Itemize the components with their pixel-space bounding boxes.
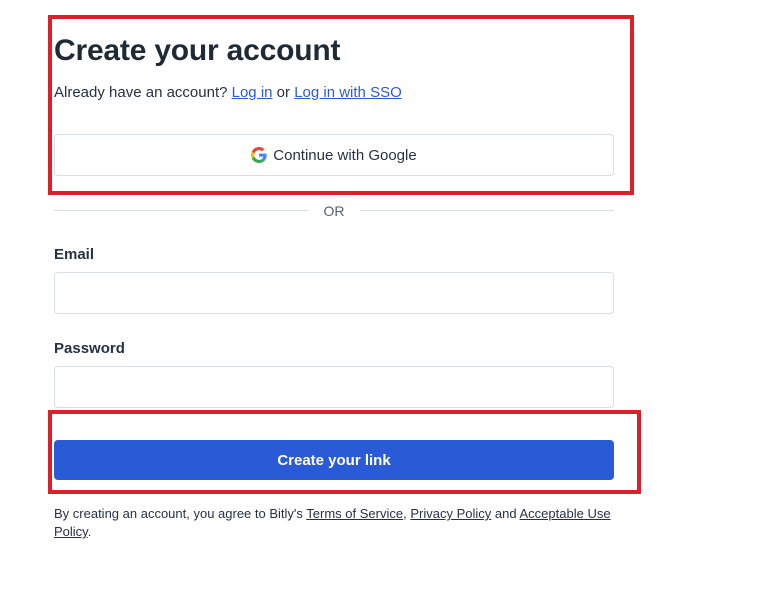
or-text: or xyxy=(276,84,291,101)
page-title: Create your account xyxy=(54,34,341,67)
login-prompt: Already have an account? Log in or Log i… xyxy=(54,84,402,101)
legal-agreement-text: By creating an account, you agree to Bit… xyxy=(54,505,620,541)
legal-period: . xyxy=(87,524,92,539)
password-field[interactable] xyxy=(54,366,614,408)
already-have-account-text: Already have an account? xyxy=(54,84,228,101)
divider-line-left xyxy=(54,210,308,211)
legal-prefix: By creating an account, you agree to Bit… xyxy=(54,506,303,521)
email-label: Email xyxy=(54,246,95,263)
google-icon xyxy=(251,147,267,163)
email-field[interactable] xyxy=(54,272,614,314)
divider-line-right xyxy=(360,210,614,211)
privacy-policy-link[interactable]: Privacy Policy xyxy=(410,506,491,521)
login-sso-link[interactable]: Log in with SSO xyxy=(294,84,402,101)
terms-of-service-link[interactable]: Terms of Service xyxy=(306,506,403,521)
password-label: Password xyxy=(54,340,125,357)
legal-comma: , xyxy=(403,506,407,521)
divider-or-text: OR xyxy=(323,203,345,219)
legal-and: and xyxy=(494,506,517,521)
create-your-link-button[interactable]: Create your link xyxy=(54,440,614,480)
google-button-label: Continue with Google xyxy=(273,146,417,164)
login-link[interactable]: Log in xyxy=(232,84,273,101)
continue-with-google-button[interactable]: Continue with Google xyxy=(54,134,614,176)
